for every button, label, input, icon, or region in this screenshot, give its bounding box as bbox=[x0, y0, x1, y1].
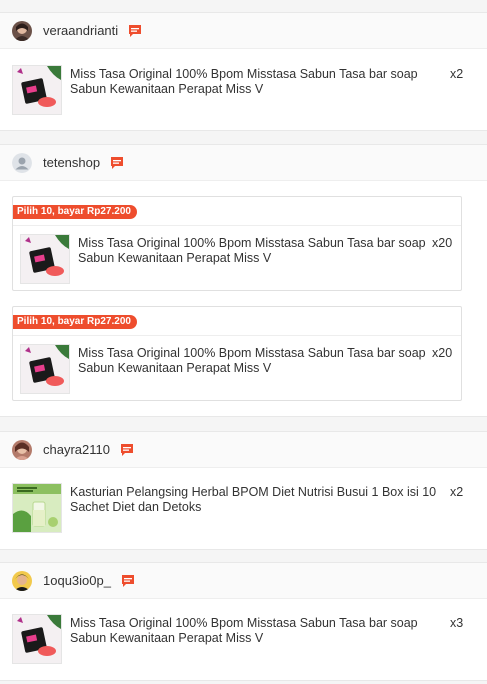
product-row[interactable]: Miss Tasa Original 100% Bpom Misstasa Sa… bbox=[20, 344, 452, 394]
order-header: 1oqu3io0p_ bbox=[0, 563, 487, 599]
avatar[interactable] bbox=[12, 570, 32, 591]
product-quantity: x20 bbox=[432, 236, 453, 250]
order-header: tetenshop bbox=[0, 145, 487, 181]
product-name: Miss Tasa Original 100% Bpom Misstasa Sa… bbox=[78, 236, 426, 265]
chat-icon[interactable] bbox=[120, 443, 134, 457]
bundle-deal-badge: Pilih 10, bayar Rp27.200 bbox=[13, 205, 137, 219]
avatar[interactable] bbox=[12, 439, 32, 460]
username[interactable]: veraandrianti bbox=[43, 23, 118, 38]
product-quantity: x2 bbox=[450, 67, 464, 81]
order-card: veraandrianti Miss Tasa Original 100% Bp… bbox=[0, 12, 487, 131]
username[interactable]: tetenshop bbox=[43, 155, 100, 170]
product-name: Miss Tasa Original 100% Bpom Misstasa Sa… bbox=[70, 67, 418, 96]
product-row[interactable]: Miss Tasa Original 100% Bpom Misstasa Sa… bbox=[12, 614, 463, 664]
product-quantity: x2 bbox=[450, 485, 464, 499]
order-header: veraandrianti bbox=[0, 13, 487, 49]
chat-icon[interactable] bbox=[128, 24, 142, 38]
product-thumbnail bbox=[12, 483, 62, 533]
username[interactable]: chayra2110 bbox=[43, 442, 110, 457]
product-thumbnail bbox=[20, 234, 70, 284]
avatar[interactable] bbox=[12, 20, 32, 41]
product-row[interactable]: Miss Tasa Original 100% Bpom Misstasa Sa… bbox=[12, 65, 463, 115]
bundle-deal-badge: Pilih 10, bayar Rp27.200 bbox=[13, 315, 137, 329]
order-card: chayra2110 Kasturian Pelangsing Herbal B… bbox=[0, 431, 487, 550]
bundle-group: Pilih 10, bayar Rp27.200 Miss Tasa Origi… bbox=[12, 196, 462, 291]
order-card: 1oqu3io0p_ Miss Tasa Original 100% Bpom … bbox=[0, 562, 487, 681]
product-name: Miss Tasa Original 100% Bpom Misstasa Sa… bbox=[70, 616, 418, 645]
order-card: tetenshop Pilih 10, bayar Rp27.200 Miss … bbox=[0, 144, 487, 417]
product-thumbnail bbox=[12, 65, 62, 115]
divider bbox=[13, 225, 461, 226]
chat-icon[interactable] bbox=[110, 156, 124, 170]
username[interactable]: 1oqu3io0p_ bbox=[43, 573, 111, 588]
divider bbox=[13, 335, 461, 336]
product-row[interactable]: Kasturian Pelangsing Herbal BPOM Diet Nu… bbox=[12, 483, 463, 533]
product-quantity: x3 bbox=[450, 616, 464, 630]
product-name: Miss Tasa Original 100% Bpom Misstasa Sa… bbox=[78, 346, 426, 375]
bundle-group: Pilih 10, bayar Rp27.200 Miss Tasa Origi… bbox=[12, 306, 462, 401]
product-thumbnail bbox=[20, 344, 70, 394]
product-name: Kasturian Pelangsing Herbal BPOM Diet Nu… bbox=[70, 485, 437, 514]
default-avatar-icon[interactable] bbox=[12, 152, 32, 173]
order-header: chayra2110 bbox=[0, 432, 487, 468]
product-quantity: x20 bbox=[432, 346, 453, 360]
product-row[interactable]: Miss Tasa Original 100% Bpom Misstasa Sa… bbox=[20, 234, 452, 284]
chat-icon[interactable] bbox=[121, 574, 135, 588]
product-thumbnail bbox=[12, 614, 62, 664]
